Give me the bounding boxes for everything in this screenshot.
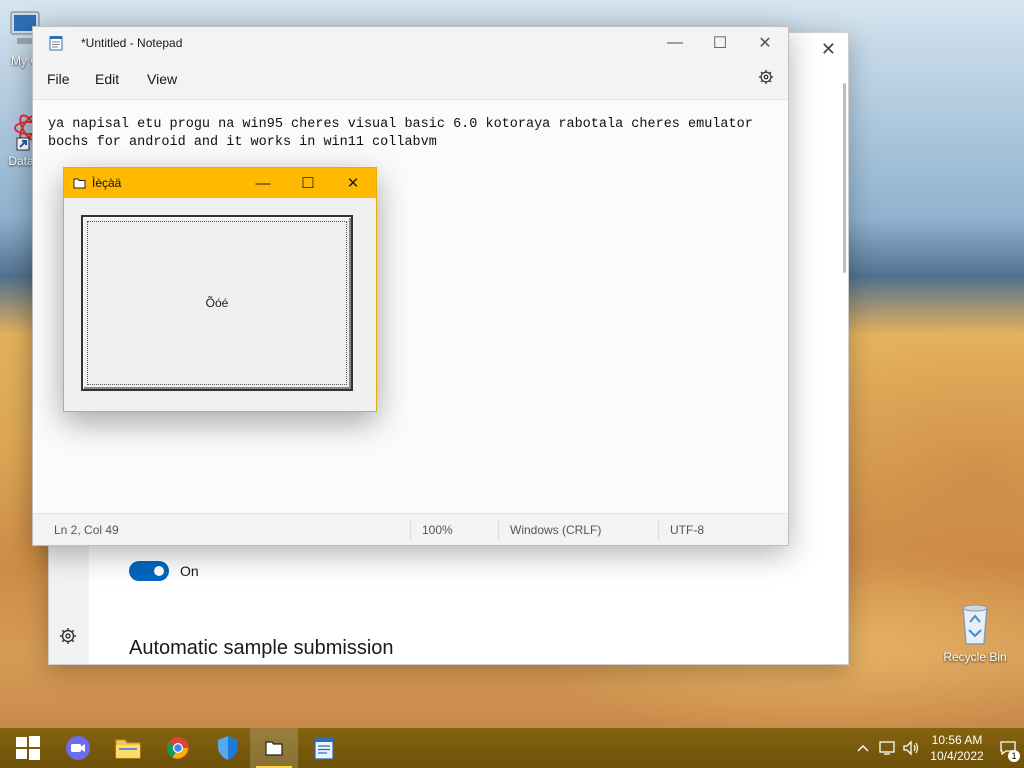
notepad-icon: [49, 36, 63, 51]
notification-icon[interactable]: 1: [996, 728, 1020, 768]
status-encoding: UTF-8: [670, 523, 704, 537]
video-call-icon: [66, 736, 90, 760]
section-heading: Automatic sample submission: [129, 637, 394, 659]
taskbar-app-vb-window[interactable]: [250, 728, 298, 768]
notepad-titlebar[interactable]: *Untitled - Notepad — ☐ ✕: [33, 27, 788, 59]
taskbar: 10:56 AM 10/4/2022 1: [0, 728, 1024, 768]
network-icon[interactable]: [876, 728, 898, 768]
vb-titlebar[interactable]: Ìèçàä — ☐ ✕: [64, 168, 376, 198]
notepad-icon: [314, 737, 334, 760]
chrome-icon: [167, 737, 189, 759]
shield-icon: [218, 736, 238, 760]
taskbar-app-security[interactable]: [204, 728, 252, 768]
start-button[interactable]: [4, 728, 52, 768]
status-bar: Ln 2, Col 49 100% Windows (CRLF) UTF-8: [33, 513, 788, 545]
toggle-switch[interactable]: [129, 561, 169, 581]
folder-icon: [73, 178, 86, 189]
menu-view[interactable]: View: [147, 71, 177, 87]
desktop-icon-label: Recycle Bin: [943, 650, 1007, 664]
folder-icon: [265, 741, 283, 756]
gear-icon[interactable]: [758, 69, 774, 88]
command-button[interactable]: Õóé: [81, 215, 353, 391]
maximize-button[interactable]: ☐: [697, 27, 743, 59]
status-divider: [658, 520, 659, 540]
close-icon[interactable]: ✕: [821, 39, 836, 60]
window-title: Ìèçàä: [92, 176, 122, 190]
scrollbar[interactable]: [843, 83, 846, 273]
desktop-icon-recycle-bin[interactable]: Recycle Bin: [938, 600, 1012, 664]
menu-edit[interactable]: Edit: [95, 71, 119, 87]
menu-file[interactable]: File: [47, 71, 70, 87]
clock-date: 10/4/2022: [930, 749, 984, 763]
status-line-ending: Windows (CRLF): [510, 523, 602, 537]
taskbar-app-chrome[interactable]: [154, 728, 202, 768]
close-button[interactable]: ✕: [330, 168, 376, 198]
vb-app-window: Ìèçàä — ☐ ✕ Õóé: [63, 167, 377, 412]
minimize-button[interactable]: —: [240, 168, 286, 198]
file-explorer-icon: [115, 739, 141, 759]
chevron-up-icon[interactable]: [854, 728, 872, 768]
command-button-label: Õóé: [205, 296, 229, 310]
recycle-bin-icon: [962, 604, 988, 645]
maximize-button[interactable]: ☐: [285, 168, 331, 198]
clock-time: 10:56 AM: [931, 733, 983, 747]
toggle-label: On: [180, 563, 199, 579]
close-button[interactable]: ✕: [742, 27, 788, 59]
editor-content: ya napisal etu progu na win95 cheres vis…: [48, 117, 753, 150]
menu-bar: File Edit View: [33, 59, 788, 99]
notification-badge: 1: [1008, 750, 1020, 762]
desktop: My C DataV Recycle Bin ✕ On Automatic sa…: [0, 0, 1024, 728]
clock[interactable]: 10:56 AM 10/4/2022: [922, 732, 992, 764]
taskbar-app-video[interactable]: [54, 728, 102, 768]
windows-logo-icon: [16, 736, 40, 760]
taskbar-app-notepad[interactable]: [300, 728, 348, 768]
status-divider: [410, 520, 411, 540]
gear-icon[interactable]: [59, 627, 77, 648]
status-zoom: 100%: [422, 523, 453, 537]
status-divider: [498, 520, 499, 540]
minimize-button[interactable]: —: [652, 27, 698, 59]
taskbar-app-file-explorer[interactable]: [104, 728, 152, 768]
status-position: Ln 2, Col 49: [54, 523, 119, 537]
volume-icon[interactable]: [900, 728, 922, 768]
window-title: *Untitled - Notepad: [81, 36, 183, 50]
